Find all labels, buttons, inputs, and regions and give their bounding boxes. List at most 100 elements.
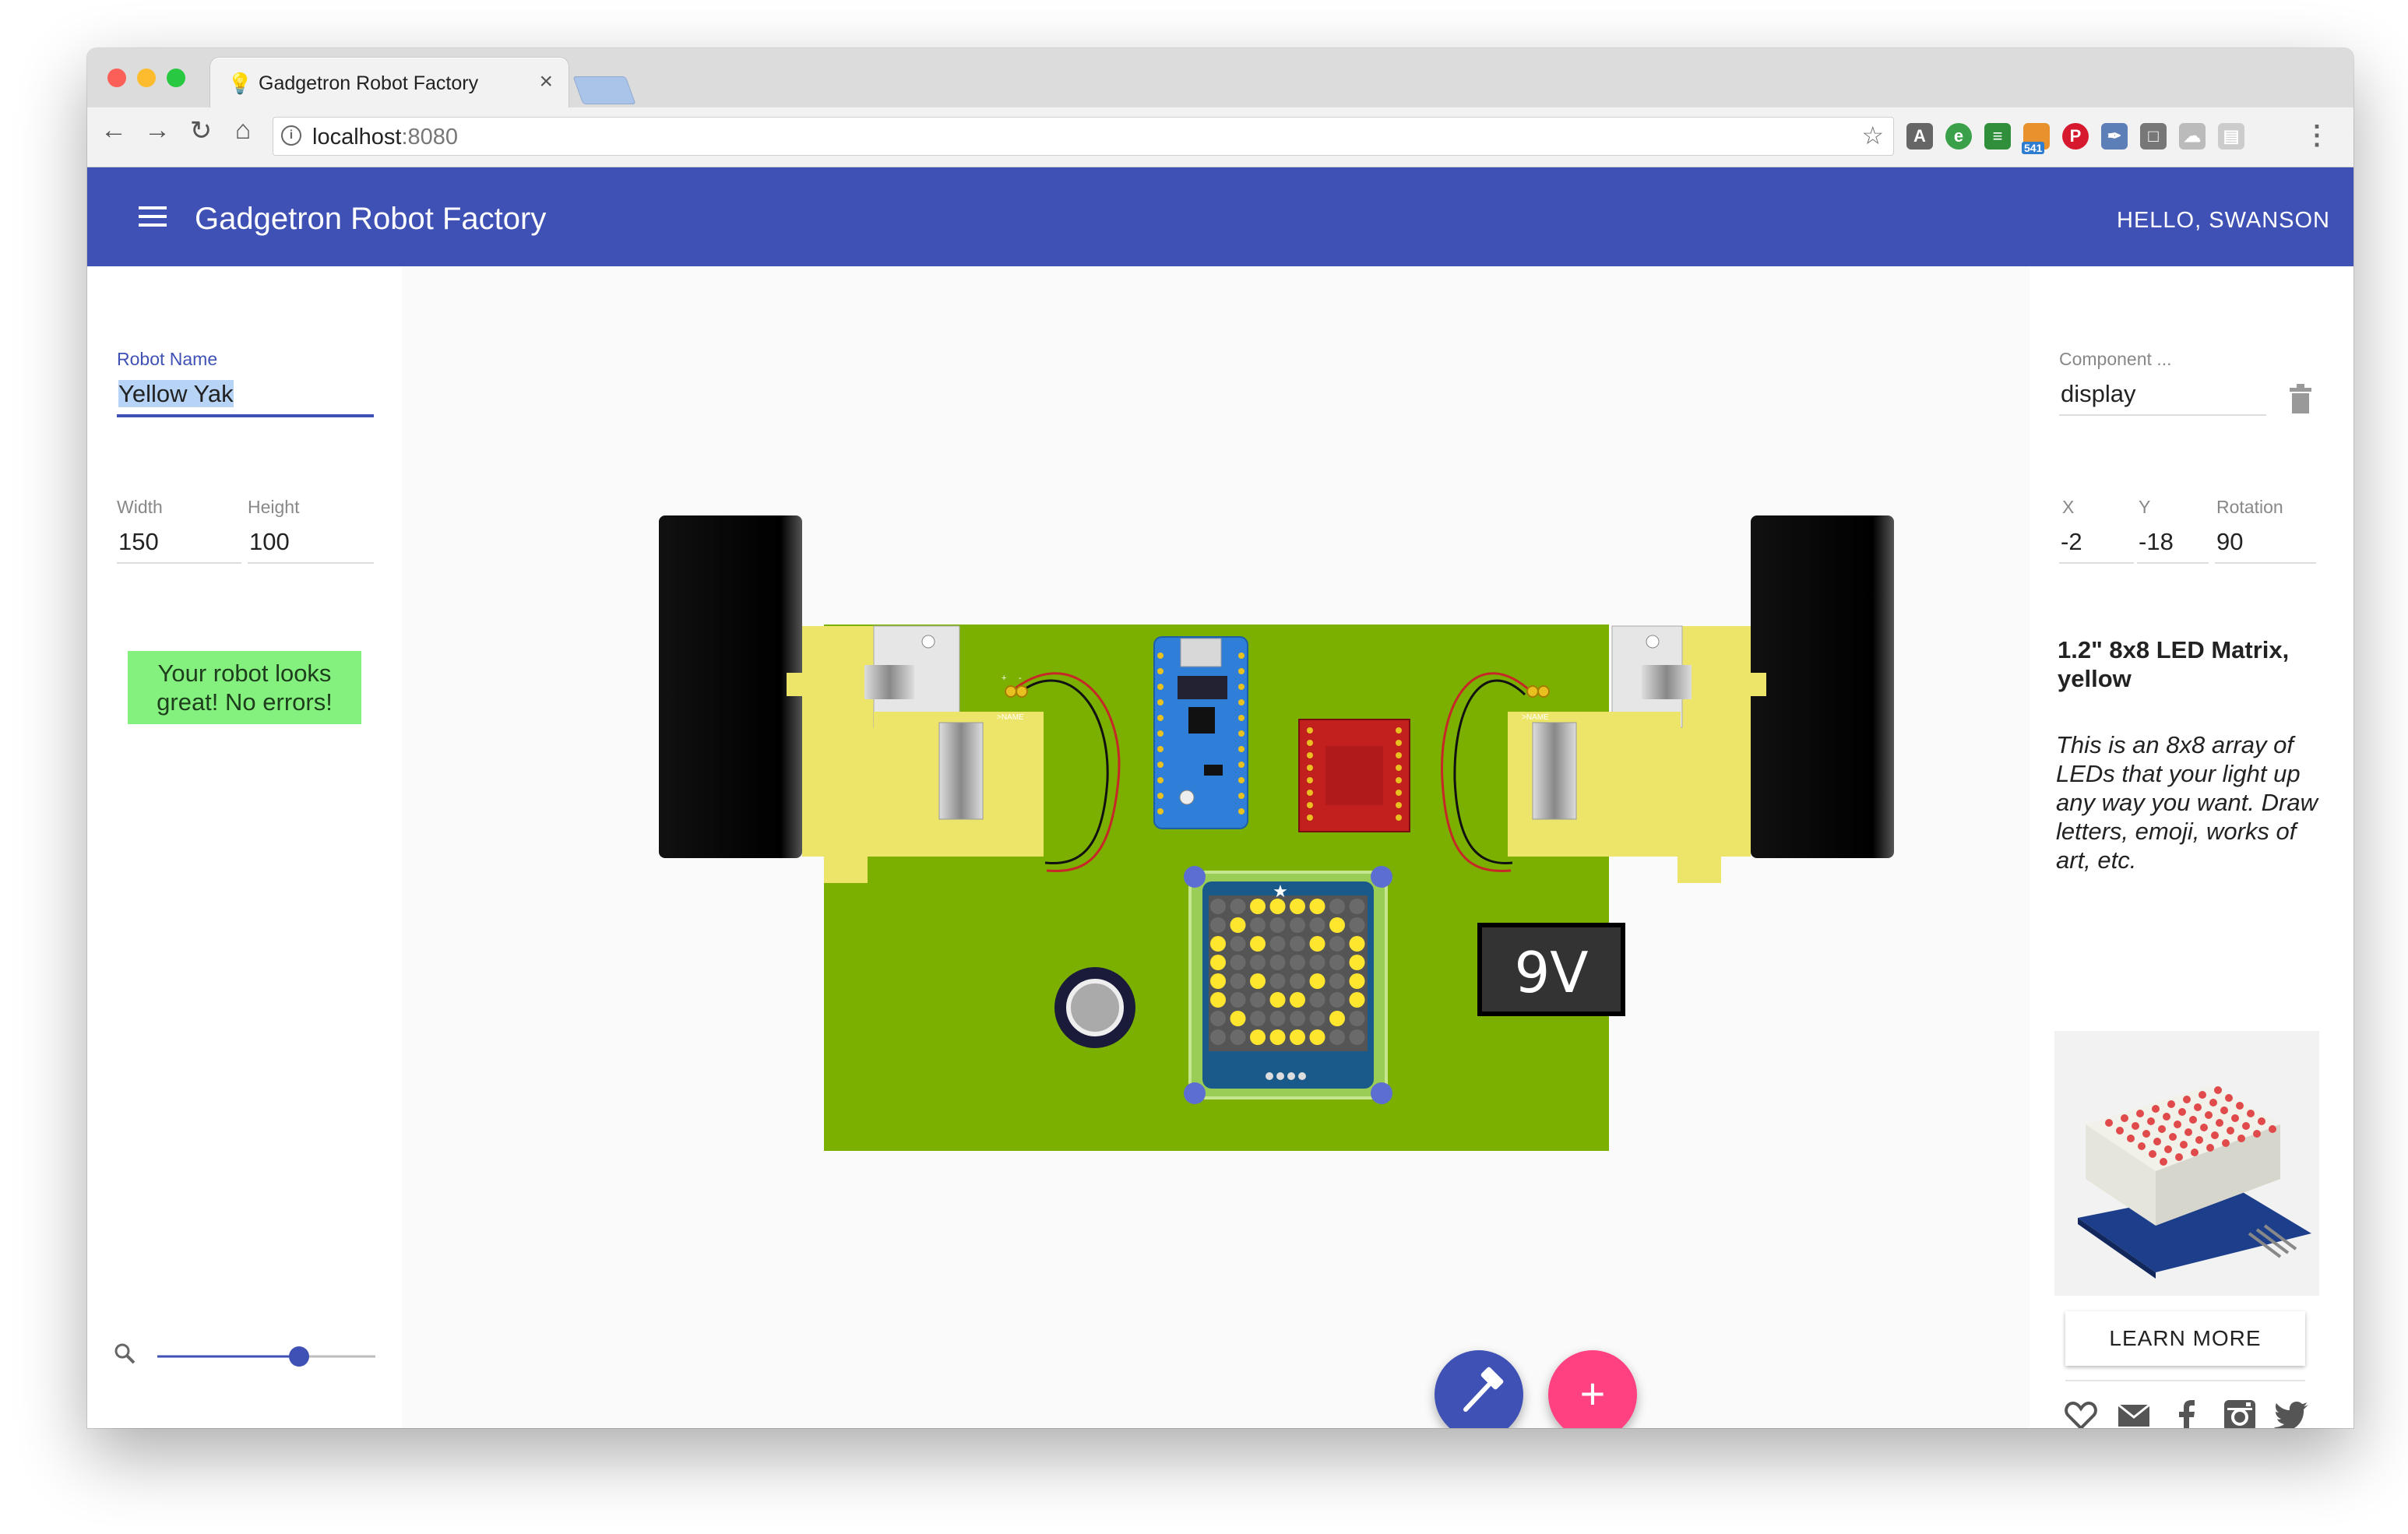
right-wheel[interactable] — [1751, 515, 1894, 858]
thumbnail-led-dot — [2121, 1114, 2128, 1122]
led-dot — [1269, 917, 1286, 933]
instagram-icon[interactable] — [2221, 1397, 2258, 1428]
browser-toolbar: ← → ↻ ⌂ i localhost:8080 ☆ A e ≡ 541 P ✒… — [87, 107, 2353, 167]
led-dot — [1349, 917, 1365, 933]
width-label: Width — [117, 497, 163, 517]
browser-menu-icon[interactable]: ⋮ — [2304, 120, 2330, 151]
twitter-icon[interactable] — [2272, 1397, 2310, 1428]
left-wheel[interactable] — [659, 515, 802, 858]
motor-driver-board[interactable] — [1298, 719, 1410, 832]
menu-icon[interactable] — [139, 206, 167, 232]
led-dot — [1250, 899, 1266, 914]
sheets-extension-icon[interactable]: ≡ — [1984, 123, 2011, 150]
led-dot — [1349, 936, 1365, 952]
minimize-window-button[interactable] — [137, 69, 156, 87]
facebook-icon[interactable] — [2168, 1397, 2206, 1428]
led-dot — [1290, 992, 1305, 1008]
led-dot — [1309, 973, 1325, 989]
led-dot — [1329, 1011, 1345, 1026]
thumbnail-led-dot — [2236, 1102, 2244, 1110]
microcontroller-board[interactable] — [1153, 636, 1248, 829]
led-dot — [1250, 1011, 1266, 1026]
back-icon[interactable]: ← — [98, 115, 129, 146]
learn-more-button[interactable]: LEARN MORE — [2065, 1311, 2305, 1366]
zoom-slider[interactable] — [154, 1341, 380, 1372]
thumbnail-led-dot — [2153, 1138, 2161, 1145]
robot-name-input[interactable]: Yellow Yak — [117, 378, 374, 417]
led-dot — [1269, 992, 1286, 1008]
component-select[interactable]: display — [2059, 378, 2266, 416]
robot-drawing[interactable]: + - >NAME >NAME ★ 9V — [402, 266, 2030, 1428]
user-greeting[interactable]: HELLO, SWANSON — [2117, 208, 2330, 234]
battery-component[interactable]: 9V — [1477, 923, 1625, 1016]
led-dot — [1269, 955, 1286, 970]
angular-extension-icon[interactable]: A — [1906, 123, 1933, 150]
width-input[interactable]: 150 — [117, 526, 241, 564]
thumbnail-led-dot — [2138, 1142, 2146, 1150]
rss-extension-icon[interactable]: 541 — [2022, 123, 2050, 154]
home-icon[interactable]: ⌂ — [227, 115, 259, 146]
thumbnail-led-dot — [2269, 1125, 2276, 1133]
address-bar[interactable]: i localhost:8080 ☆ — [273, 117, 1894, 156]
led-dot — [1349, 992, 1365, 1008]
thumbnail-led-dot — [2206, 1144, 2214, 1152]
led-dot — [1349, 1011, 1365, 1026]
thumbnail-led-dot — [2164, 1145, 2172, 1153]
thumbnail-led-dot — [2105, 1119, 2113, 1127]
forward-icon[interactable]: → — [142, 115, 173, 146]
maximize-window-button[interactable] — [167, 69, 185, 87]
led-dot — [1309, 1029, 1325, 1045]
build-button[interactable] — [1435, 1350, 1523, 1428]
led-dot — [1230, 899, 1246, 914]
hammer-icon — [1463, 1367, 1504, 1412]
thumbnail-led-dot — [2152, 1105, 2160, 1113]
thumbnail-led-dot — [2247, 1110, 2255, 1117]
eyedropper-extension-icon[interactable]: ✒ — [2101, 123, 2128, 150]
thumbnail-led-dot — [2158, 1125, 2166, 1133]
led-matrix-component[interactable]: ★ — [1184, 866, 1392, 1104]
star-icon: ★ — [1273, 881, 1288, 901]
reload-icon[interactable]: ↻ — [185, 115, 217, 146]
y-input[interactable]: -18 — [2137, 526, 2209, 564]
thumbnail-led-dot — [2174, 1121, 2181, 1128]
thumbnail-led-dot — [2149, 1150, 2156, 1158]
close-tab-icon[interactable]: × — [539, 69, 553, 95]
thumbnail-led-dot — [2231, 1114, 2239, 1122]
led-dot — [1210, 955, 1226, 970]
evernote-extension-icon[interactable]: e — [1945, 123, 1972, 150]
led-dot — [1290, 899, 1305, 914]
led-dot — [1250, 917, 1266, 933]
close-window-button[interactable] — [107, 69, 126, 87]
led-dot — [1309, 1011, 1325, 1026]
cloud-extension-icon[interactable]: ☁ — [2179, 123, 2206, 150]
thumbnail-led-dot — [2211, 1131, 2219, 1139]
thumbnail-led-dot — [2167, 1100, 2175, 1108]
url-text[interactable]: localhost:8080 — [312, 125, 458, 150]
thumbnail-led-dot — [2194, 1103, 2202, 1111]
buzzer-component[interactable] — [1054, 967, 1135, 1048]
led-dot — [1290, 1029, 1305, 1045]
led-dot — [1210, 1029, 1226, 1045]
delete-icon[interactable] — [2287, 383, 2315, 414]
new-tab-button[interactable] — [572, 76, 636, 104]
led-dot — [1309, 899, 1325, 914]
thumbnail-led-dot — [2222, 1139, 2230, 1147]
zoom-slider-thumb[interactable] — [289, 1346, 309, 1367]
bookmark-star-icon[interactable]: ☆ — [1861, 121, 1884, 150]
mail-icon[interactable] — [2115, 1397, 2153, 1428]
height-input[interactable]: 100 — [248, 526, 374, 564]
led-dot — [1329, 1029, 1345, 1045]
reader-extension-icon[interactable]: ▤ — [2218, 123, 2244, 150]
notes-extension-icon[interactable]: □ — [2140, 123, 2167, 150]
robot-canvas[interactable]: + - >NAME >NAME ★ 9V + — [402, 266, 2030, 1428]
led-dot — [1269, 973, 1286, 989]
x-input[interactable]: -2 — [2059, 526, 2134, 564]
tab-strip: 💡 Gadgetron Robot Factory × — [87, 48, 2353, 107]
thumbnail-led-dot — [2242, 1122, 2250, 1130]
info-icon[interactable]: i — [281, 125, 301, 146]
browser-tab[interactable]: 💡 Gadgetron Robot Factory × — [210, 58, 569, 107]
rotation-input[interactable]: 90 — [2215, 526, 2316, 564]
thumbnail-led-dot — [2205, 1111, 2213, 1119]
heart-icon[interactable] — [2062, 1397, 2100, 1428]
pinterest-extension-icon[interactable]: P — [2062, 123, 2089, 150]
